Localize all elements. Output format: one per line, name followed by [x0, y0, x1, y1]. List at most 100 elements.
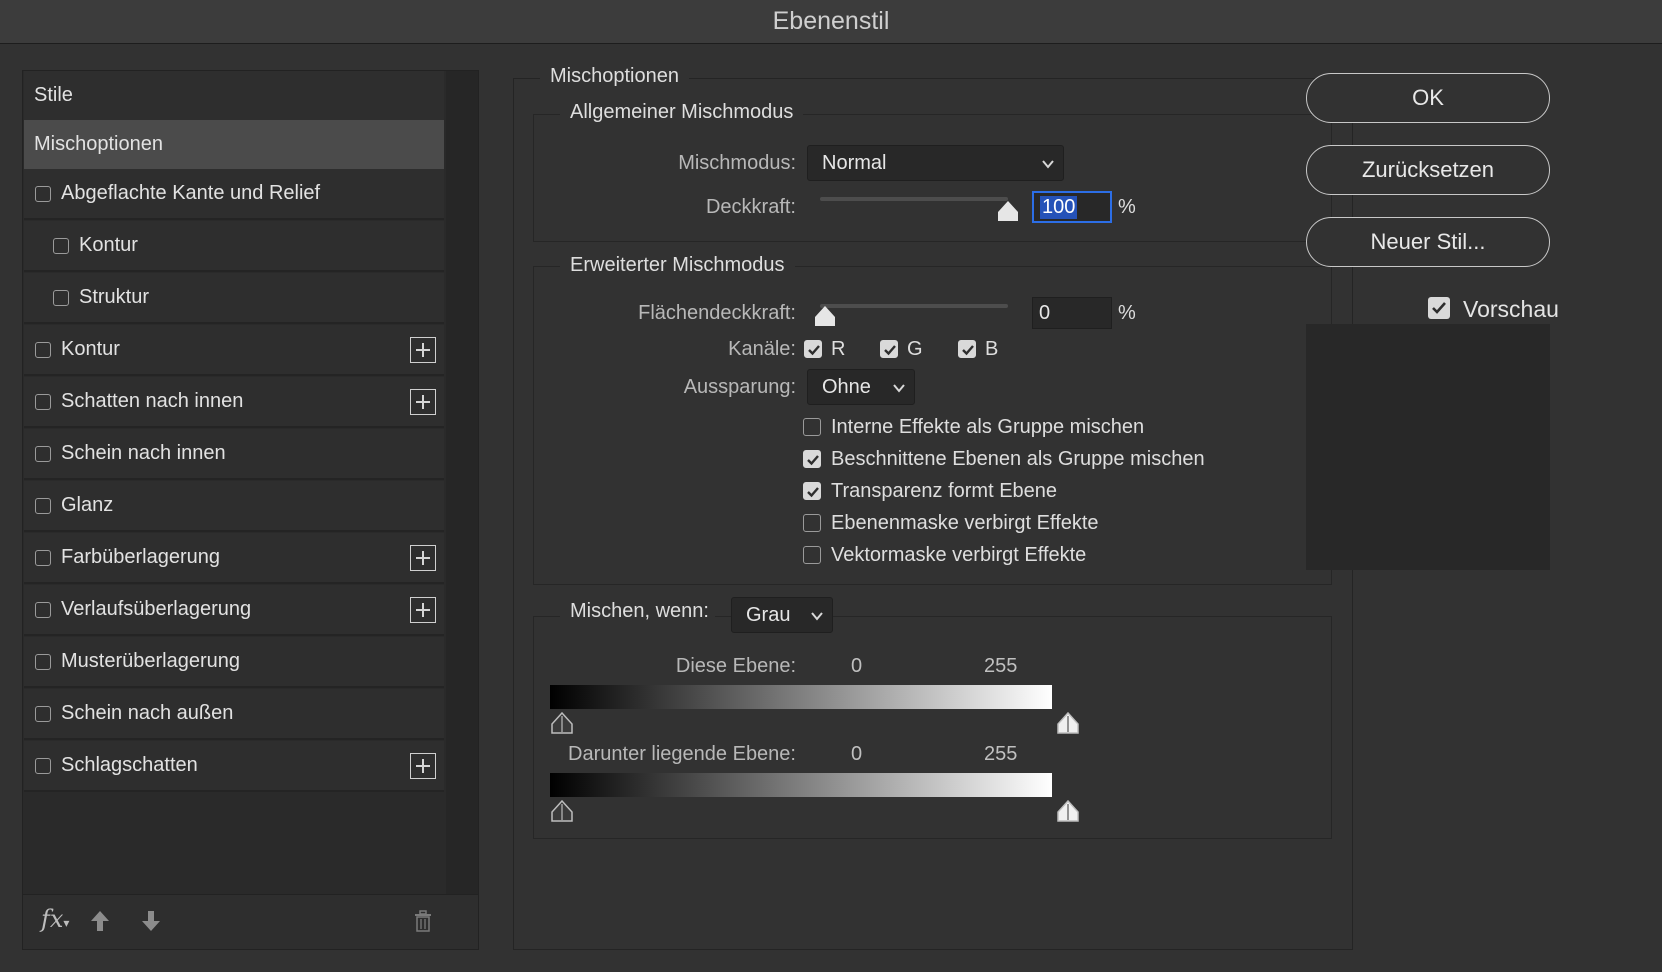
add-effect-plus-icon[interactable] [410, 753, 436, 779]
style-item-label: Abgeflachte Kante und Relief [61, 182, 321, 204]
styles-footer: fx▾ [23, 894, 478, 949]
style-item[interactable]: Kontur [24, 221, 444, 272]
style-checkbox[interactable] [35, 653, 51, 670]
style-item[interactable]: Kontur [24, 325, 444, 376]
option-label: Ebenenmaske verbirgt Effekte [831, 512, 1099, 534]
channel-checkbox[interactable] [880, 340, 898, 358]
style-checkbox[interactable] [35, 185, 51, 202]
this-layer-label: Diese Ebene: [675, 655, 796, 677]
style-item-label: Kontur [79, 234, 138, 256]
add-effect-plus-icon[interactable] [410, 545, 436, 571]
add-effect-plus-icon[interactable] [410, 337, 436, 363]
option-label: Interne Effekte als Gruppe mischen [831, 416, 1145, 438]
blend-mode-select[interactable]: Normal [807, 145, 1064, 181]
preview-checkbox[interactable] [1428, 297, 1450, 319]
opacity-slider-thumb[interactable] [997, 200, 1019, 222]
fill-opacity-slider[interactable] [820, 304, 1008, 308]
style-item-label: Schatten nach innen [61, 390, 244, 412]
style-item[interactable]: Schein nach innen [24, 429, 444, 480]
style-item-label: Verlaufsüberlagerung [61, 598, 252, 620]
option-label: Beschnittene Ebenen als Gruppe mischen [831, 448, 1205, 470]
move-down-icon[interactable] [140, 909, 162, 933]
style-checkbox[interactable] [35, 757, 51, 774]
style-item-blending-options[interactable]: Mischoptionen [24, 120, 444, 171]
chevron-down-icon [811, 612, 823, 621]
add-effect-plus-icon[interactable] [410, 389, 436, 415]
opacity-unit: % [1118, 196, 1136, 218]
underlying-layer-black-slider[interactable] [551, 800, 573, 822]
style-item[interactable]: Glanz [24, 481, 444, 532]
style-item[interactable]: Schein nach außen [24, 689, 444, 740]
fx-menu-button[interactable]: fx▾ [41, 905, 69, 933]
channel-checkbox[interactable] [804, 340, 822, 358]
reset-button[interactable]: Zurücksetzen [1306, 145, 1550, 195]
style-checkbox[interactable] [35, 549, 51, 566]
underlying-layer-gradient [550, 773, 1052, 797]
opacity-label: Deckkraft: [705, 196, 796, 218]
blend-if-value: Grau [746, 603, 791, 626]
style-checkbox[interactable] [35, 445, 51, 462]
style-checkbox[interactable] [53, 289, 69, 306]
style-item[interactable]: Struktur [24, 273, 444, 324]
fill-opacity-slider-thumb[interactable] [814, 305, 836, 327]
style-item-label: Musterüberlagerung [61, 650, 240, 672]
channels-label: Kanäle: [728, 338, 796, 360]
style-checkbox[interactable] [35, 601, 51, 618]
knockout-label: Aussparung: [683, 376, 796, 398]
channel-label: G [907, 338, 923, 360]
underlying-layer-max: 255 [984, 743, 1018, 765]
style-item-label: Schein nach innen [61, 442, 226, 464]
style-item-label: Struktur [79, 286, 150, 308]
style-checkbox[interactable] [35, 393, 51, 410]
option-checkbox[interactable] [803, 450, 821, 468]
styles-list: Stile Mischoptionen Abgeflachte Kante un… [22, 70, 479, 950]
style-item[interactable]: Musterüberlagerung [24, 637, 444, 688]
this-layer-white-slider[interactable] [1057, 712, 1079, 734]
style-checkbox[interactable] [53, 237, 69, 254]
channel-label: B [985, 338, 999, 360]
blend-mode-label: Mischmodus: [678, 152, 796, 174]
styles-header[interactable]: Stile [24, 71, 444, 122]
style-item-label: Kontur [61, 338, 120, 360]
this-layer-max: 255 [984, 655, 1018, 677]
opacity-slider[interactable] [820, 197, 1008, 201]
preview-label: Vorschau [1463, 296, 1559, 322]
option-checkbox[interactable] [803, 514, 821, 532]
this-layer-black-slider[interactable] [551, 712, 573, 734]
style-checkbox[interactable] [35, 341, 51, 358]
channel-checkbox[interactable] [958, 340, 976, 358]
style-item[interactable]: Schatten nach innen [24, 377, 444, 428]
style-item[interactable]: Schlagschatten [24, 741, 444, 792]
option-checkbox[interactable] [803, 418, 821, 436]
style-checkbox[interactable] [35, 705, 51, 722]
knockout-select[interactable]: Ohne [807, 369, 915, 405]
this-layer-gradient [550, 685, 1052, 709]
style-item[interactable]: Verlaufsüberlagerung [24, 585, 444, 636]
style-item-label: Mischoptionen [34, 133, 163, 155]
style-checkbox[interactable] [35, 497, 51, 514]
opacity-input[interactable]: 100 [1032, 191, 1112, 223]
fill-opacity-label: Flächendeckkraft: [638, 302, 796, 324]
fill-opacity-input[interactable]: 0 [1032, 297, 1112, 329]
preview-swatch [1306, 324, 1550, 570]
blend-if-select[interactable]: Grau [731, 597, 833, 633]
style-item[interactable]: Abgeflachte Kante und Relief [24, 169, 444, 220]
general-blending-title: Allgemeiner Mischmodus [560, 101, 804, 124]
style-item-label: Schlagschatten [61, 754, 198, 776]
advanced-blending-title: Erweiterter Mischmodus [560, 254, 795, 277]
ok-button[interactable]: OK [1306, 73, 1550, 123]
option-checkbox[interactable] [803, 482, 821, 500]
style-item-label: Farbüberlagerung [61, 546, 220, 568]
add-effect-plus-icon[interactable] [410, 597, 436, 623]
blend-if-label: Mischen, wenn: [560, 600, 715, 623]
trash-icon[interactable] [412, 909, 434, 933]
style-item[interactable]: Farbüberlagerung [24, 533, 444, 584]
move-up-icon[interactable] [89, 909, 111, 933]
new-style-button[interactable]: Neuer Stil... [1306, 217, 1550, 267]
styles-header-label: Stile [34, 84, 73, 106]
list-scrolltrack[interactable] [446, 71, 478, 895]
underlying-layer-label: Darunter liegende Ebene: [568, 743, 796, 765]
option-checkbox[interactable] [803, 546, 821, 564]
channel-label: R [831, 338, 846, 360]
underlying-layer-white-slider[interactable] [1057, 800, 1079, 822]
